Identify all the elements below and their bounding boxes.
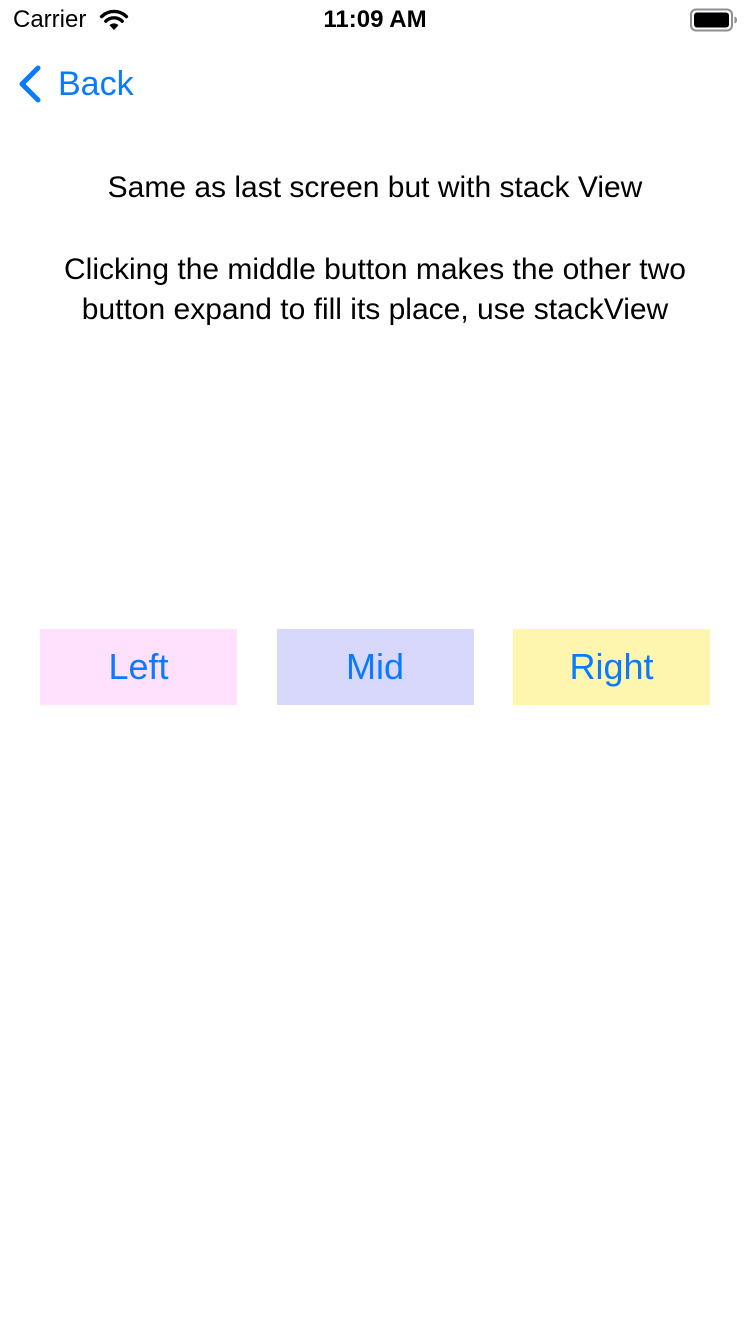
battery-icon [690, 8, 737, 32]
navigation-bar: Back [0, 40, 750, 128]
chevron-left-icon [19, 65, 41, 103]
description-body: Clicking the middle button makes the oth… [64, 253, 686, 326]
left-button[interactable]: Left [40, 629, 237, 705]
right-button[interactable]: Right [513, 629, 710, 705]
back-label: Back [58, 65, 134, 103]
clock: 11:09 AM [323, 6, 427, 33]
description: Same as last screen but with stack View … [40, 168, 710, 330]
status-bar: Carrier 11:09 AM [0, 0, 750, 40]
mid-button[interactable]: Mid [276, 629, 474, 705]
description-title: Same as last screen but with stack View [107, 171, 643, 204]
back-button[interactable]: Back [16, 62, 134, 106]
stack-view: Left Mid Right [40, 629, 710, 705]
